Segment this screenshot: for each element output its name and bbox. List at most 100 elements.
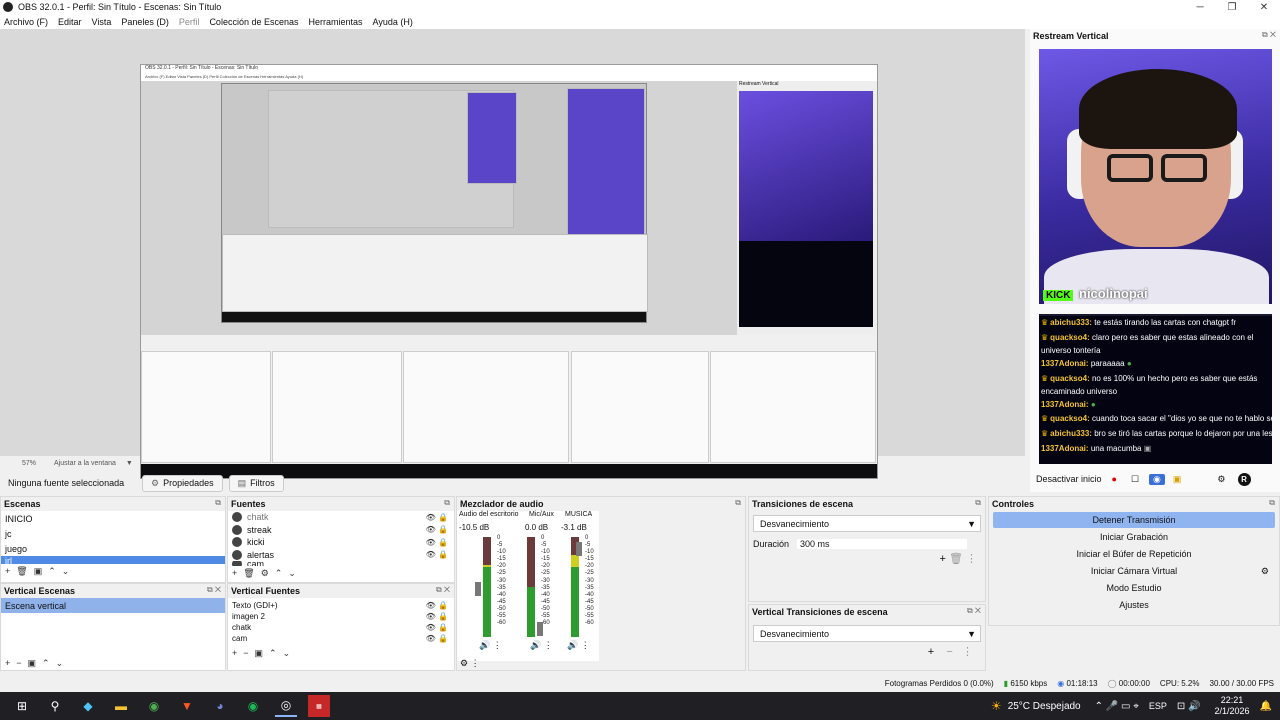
vertical-transition-select[interactable]: Desvanecimiento ▼ [753, 625, 981, 642]
properties-button[interactable]: ⚙ Propiedades [142, 474, 223, 492]
dock-float-icon[interactable]: ⧉ [444, 498, 450, 508]
minimize-button[interactable]: ─ [1184, 2, 1216, 13]
dock-float-icon[interactable]: ⧉ [975, 498, 981, 508]
vertical-source-item[interactable]: imagen 2 👁 🔒 [228, 611, 454, 622]
filter-icon[interactable]: ▣ [28, 658, 37, 669]
filters-button[interactable]: ▤ Filtros [228, 474, 284, 492]
transition-select[interactable]: Desvanecimiento ▼ [753, 515, 981, 532]
add-icon[interactable]: + [232, 648, 237, 658]
scene-item[interactable]: INICIO [1, 511, 225, 526]
vertical-source-item[interactable]: cam 👁 🔒 [228, 633, 454, 644]
menu-scene-collection[interactable]: Colección de Escenas [209, 17, 298, 27]
visibility-icon[interactable]: 👁 🔒 [426, 550, 448, 559]
studio-mode-button[interactable]: Modo Estudio [993, 580, 1275, 596]
volume-slider[interactable] [475, 582, 481, 596]
speaker-icon[interactable]: 🔊 ⋮ [567, 640, 590, 651]
search-icon[interactable]: ⚲ [44, 695, 66, 717]
scene-item[interactable]: juego [1, 541, 225, 556]
add-icon[interactable]: + [5, 566, 10, 576]
stop-stream-button[interactable]: Detener Transmisión [993, 512, 1275, 528]
spotify-icon[interactable]: ◉ [242, 695, 264, 717]
visibility-icon[interactable]: 👁 🔒 [426, 634, 448, 643]
down-icon[interactable]: ⌄ [283, 648, 291, 659]
network-volume-icons[interactable]: ⊡ 🔊 [1177, 701, 1201, 712]
dock-float-icon[interactable]: ⧉ [735, 498, 741, 508]
windows-start-icon[interactable]: ⊞ [11, 695, 33, 717]
up-icon[interactable]: ⌃ [42, 658, 50, 669]
start-virtual-cam-button[interactable]: Iniciar Cámara Virtual ⚙ [993, 563, 1275, 579]
obs-icon[interactable]: ◎ [275, 695, 297, 717]
visibility-icon[interactable]: 👁 🔒 [426, 601, 448, 610]
volume-slider[interactable] [537, 622, 543, 636]
delete-icon[interactable]: − [243, 648, 248, 658]
settings-button[interactable]: Ajustes [993, 597, 1275, 613]
discord-icon[interactable]: ◕ [209, 695, 231, 717]
stream-active-icon[interactable]: ◉ [1149, 473, 1165, 485]
visibility-icon[interactable]: 👁 🔒 [426, 513, 448, 522]
zoom-fit[interactable]: Ajustar a la ventana [54, 460, 116, 467]
source-item[interactable]: alertas 👁 🔒 [228, 549, 454, 562]
chevron-down-icon[interactable]: ▼ [126, 460, 133, 467]
source-item[interactable]: streak 👁 🔒 [228, 524, 454, 537]
record-dot-icon[interactable]: ● [1112, 474, 1117, 484]
dock-controls-icon[interactable]: ⧉ ✕ [1262, 30, 1276, 40]
deactivate-start-button[interactable]: Desactivar inicio [1036, 474, 1102, 484]
menu-profile[interactable]: Perfil [179, 17, 200, 27]
zoom-value[interactable]: 57% [22, 460, 36, 467]
vertical-source-item[interactable]: chatk 👁 🔒 [228, 622, 454, 633]
up-icon[interactable]: ⌃ [48, 566, 56, 577]
dock-controls-icon[interactable]: ⧉ ✕ [436, 585, 450, 595]
up-icon[interactable]: ⌃ [275, 568, 283, 579]
dock-controls-icon[interactable]: ⧉ ✕ [207, 585, 221, 595]
tray-icons[interactable]: ⌃ 🎤 ▭ ⌖ [1095, 701, 1139, 712]
filter-icon[interactable]: ▣ [34, 566, 43, 577]
volume-slider[interactable] [576, 542, 582, 556]
up-icon[interactable]: ⌃ [269, 648, 277, 659]
brave-icon[interactable]: ▼ [176, 695, 198, 717]
restream-logo-icon[interactable]: R [1237, 472, 1251, 486]
preview-canvas[interactable]: OBS 32.0.1 - Perfil: Sin Título - Escena… [140, 64, 878, 479]
app-icon[interactable]: ▦ [308, 695, 330, 717]
add-icon[interactable]: + [232, 568, 237, 578]
close-button[interactable]: ✕ [1248, 2, 1280, 13]
scene-item-selected[interactable]: irl [1, 556, 225, 564]
speaker-icon[interactable]: 🔊 ⋮ [530, 640, 553, 651]
vertical-preview-camera[interactable]: KICK nicolinopai [1039, 49, 1272, 304]
down-icon[interactable]: ⌄ [62, 566, 70, 577]
gear-icon[interactable]: ⚙ [1261, 566, 1269, 577]
vertical-source-item[interactable]: Texto (GDI+) 👁 🔒 [228, 600, 454, 611]
vertical-transition-buttons[interactable]: + − ⋮ [928, 645, 973, 658]
add-icon[interactable]: + [5, 658, 10, 668]
mixer-settings-icon[interactable]: ⚙ ⋮ [460, 658, 480, 669]
dock-float-icon[interactable]: ⧉ [215, 498, 221, 508]
speaker-icon[interactable]: 🔊 ⋮ [479, 640, 502, 651]
notifications-icon[interactable]: 🔔 [1260, 701, 1272, 712]
down-icon[interactable]: ⌄ [56, 658, 64, 669]
dock-controls-icon[interactable]: ⧉ ✕ [967, 606, 981, 616]
visibility-icon[interactable]: 👁 🔒 [426, 538, 448, 547]
menu-help[interactable]: Ayuda (H) [373, 17, 413, 27]
delete-icon[interactable]: 🗑 [16, 566, 27, 577]
duration-input[interactable]: 300 ms [797, 539, 968, 549]
start-replay-buffer-button[interactable]: Iniciar el Búfer de Repetición [993, 546, 1275, 562]
weather-text[interactable]: 25°C Despejado [1008, 701, 1081, 712]
source-item[interactable]: cam [228, 561, 454, 566]
gear-icon[interactable]: ⚙ [261, 568, 269, 579]
copilot-icon[interactable]: ◆ [77, 695, 99, 717]
delete-icon[interactable]: 🗑 [243, 568, 254, 579]
clock[interactable]: 22:21 2/1/2026 [1215, 695, 1250, 717]
dock-float-icon[interactable]: ⧉ [1269, 498, 1275, 508]
gear-icon[interactable]: ⚙ [1217, 474, 1225, 485]
filter-icon[interactable]: ▣ [255, 648, 264, 659]
chrome-icon[interactable]: ◉ [143, 695, 165, 717]
menu-view[interactable]: Vista [92, 17, 112, 27]
maximize-button[interactable]: ❐ [1216, 2, 1248, 13]
menu-file[interactable]: Archivo (F) [4, 17, 48, 27]
menu-docks[interactable]: Paneles (D) [121, 17, 169, 27]
delete-icon[interactable]: − [16, 658, 21, 668]
down-icon[interactable]: ⌄ [288, 568, 296, 579]
virtual-cam-icon[interactable]: ▣ [1173, 474, 1182, 485]
menu-tools[interactable]: Herramientas [309, 17, 363, 27]
menu-edit[interactable]: Editar [58, 17, 82, 27]
source-item[interactable]: chatk 👁 🔒 [228, 511, 454, 524]
